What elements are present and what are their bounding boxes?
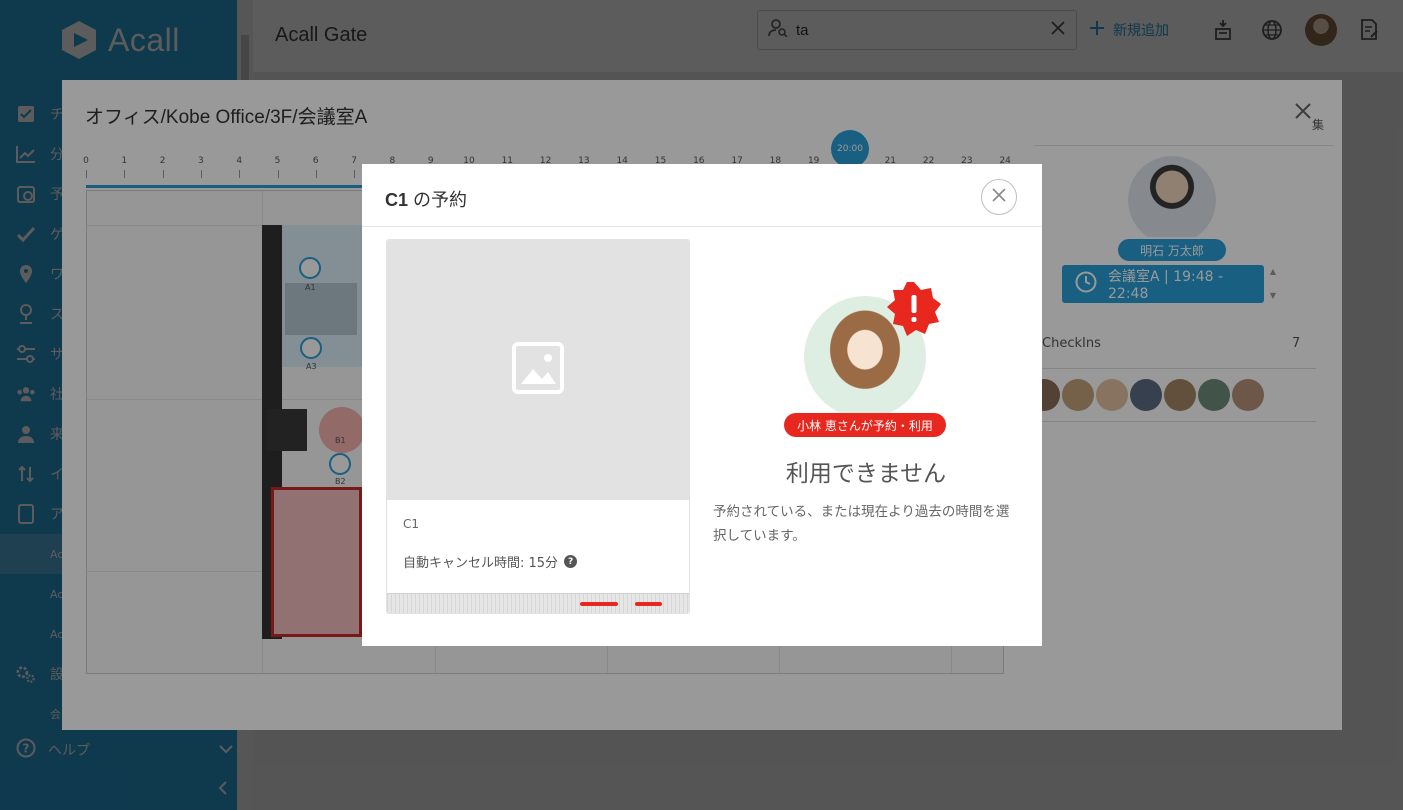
auto-cancel-info: 自動キャンセル時間: 15分 ? [403, 552, 578, 571]
availability-timeline[interactable] [387, 593, 689, 613]
booked-segment [580, 602, 618, 606]
close-icon [991, 187, 1007, 207]
booked-segment [635, 602, 662, 606]
help-icon[interactable]: ? [564, 555, 578, 568]
seat-name: C1 [403, 517, 420, 531]
status-title: 利用できません [785, 461, 947, 487]
seat-card: C1 自動キャンセル時間: 15分 ? [386, 239, 690, 614]
title-suffix: の予約 [408, 190, 468, 210]
seat-reservation-modal: C1 の予約 C1 自動キャンセル時間: 15分 ? 小林 恵さんが予約・利用 … [362, 164, 1042, 646]
auto-cancel-text: 自動キャンセル時間: 15分 [403, 556, 559, 571]
alert-badge-icon [887, 282, 941, 336]
occupant-badge: 小林 恵さんが予約・利用 [784, 413, 946, 437]
seat-id: C1 [385, 190, 409, 210]
image-icon [512, 342, 564, 398]
modal-title: C1 の予約 [385, 186, 467, 212]
status-description: 予約されている、または現在より過去の時間を選択しています。 [713, 504, 1010, 544]
close-button[interactable] [981, 179, 1017, 215]
modal-header: C1 の予約 [362, 164, 1042, 227]
seat-image-placeholder [387, 240, 689, 500]
